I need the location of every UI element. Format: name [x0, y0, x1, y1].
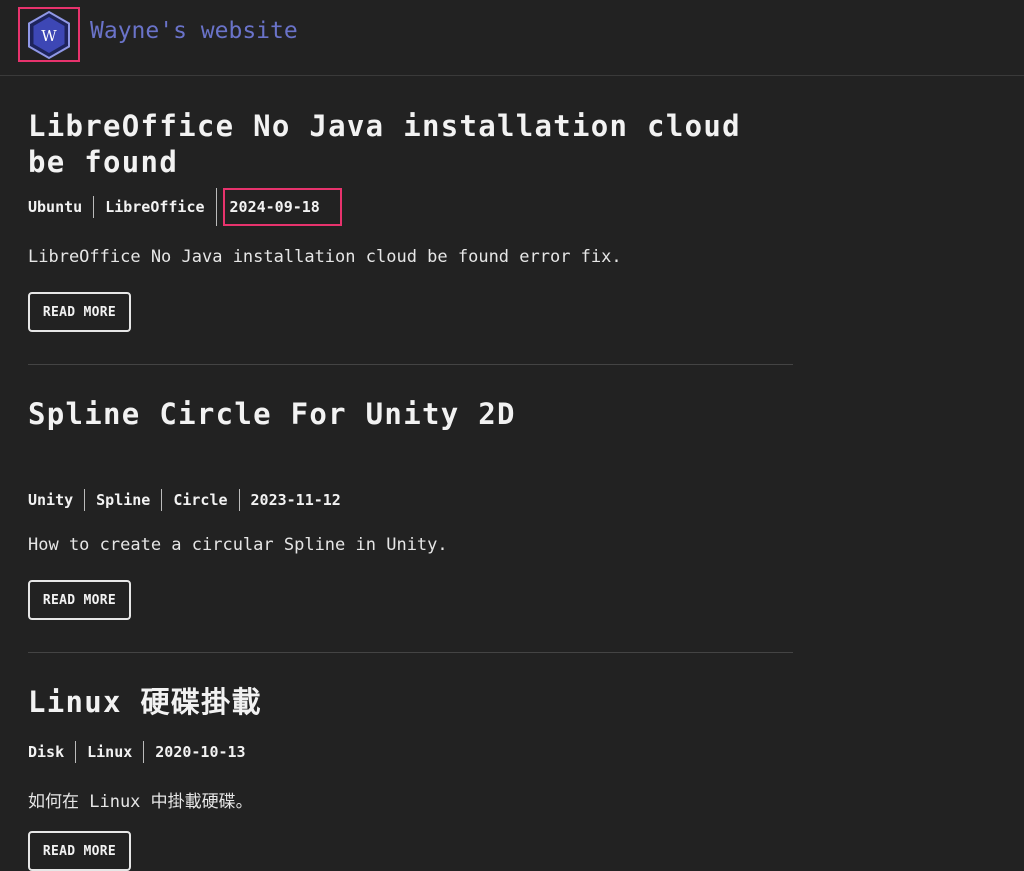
- read-more-button[interactable]: READ MORE: [28, 831, 131, 871]
- tag-link[interactable]: LibreOffice: [93, 196, 215, 218]
- tag-link[interactable]: Unity: [28, 489, 84, 511]
- post-meta: Unity Spline Circle 2023-11-12: [28, 489, 341, 511]
- post-title[interactable]: LibreOffice No Java installation cloud b…: [28, 108, 793, 180]
- read-more-button[interactable]: READ MORE: [28, 292, 131, 332]
- logo-letter: W: [41, 27, 57, 45]
- post-title[interactable]: Spline Circle For Unity 2D: [28, 396, 793, 432]
- hexagon-w-logo-icon: W: [28, 10, 70, 59]
- post-summary: LibreOffice No Java installation cloud b…: [28, 247, 622, 267]
- post-card: Linux 硬碟掛載 Disk Linux 2020-10-13 如何在 Lin…: [28, 684, 793, 871]
- post-summary: How to create a circular Spline in Unity…: [28, 535, 448, 555]
- post-card: LibreOffice No Java installation cloud b…: [28, 108, 793, 338]
- post-date: 2024-09-18: [222, 188, 342, 226]
- post-title[interactable]: Linux 硬碟掛載: [28, 684, 793, 720]
- post-date: 2020-10-13: [143, 741, 246, 763]
- tag-link[interactable]: Linux: [75, 741, 143, 763]
- tag-link[interactable]: Spline: [84, 489, 161, 511]
- post-date: 2023-11-12: [238, 489, 341, 511]
- post-divider: [28, 364, 793, 365]
- post-divider: [28, 652, 793, 653]
- post-card: Spline Circle For Unity 2D Unity Spline …: [28, 396, 793, 626]
- post-meta: Ubuntu LibreOffice 2024-09-18: [28, 188, 342, 226]
- site-title-link[interactable]: Wayne's website: [90, 18, 298, 44]
- read-more-button[interactable]: READ MORE: [28, 580, 131, 620]
- post-summary: 如何在 Linux 中掛載硬碟。: [28, 792, 253, 812]
- site-header: W Wayne's website: [0, 0, 1024, 76]
- tag-link[interactable]: Ubuntu: [28, 196, 93, 218]
- post-meta: Disk Linux 2020-10-13: [28, 741, 246, 763]
- post-date-wrap: 2024-09-18: [215, 188, 342, 226]
- tag-link[interactable]: Circle: [161, 489, 238, 511]
- logo-link[interactable]: W: [18, 7, 80, 62]
- tag-link[interactable]: Disk: [28, 741, 75, 763]
